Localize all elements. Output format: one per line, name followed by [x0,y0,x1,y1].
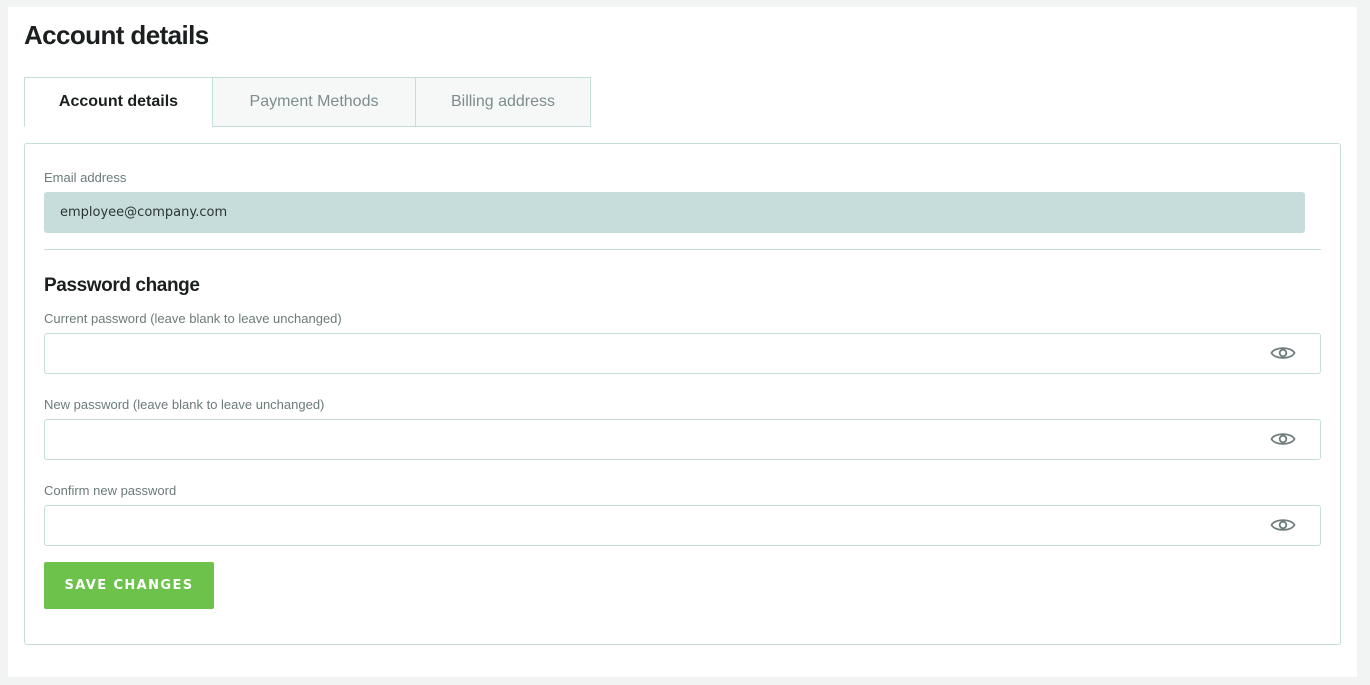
eye-icon-graphic [1270,519,1296,531]
eye-icon-graphic [1270,347,1296,359]
current-password-label: Current password (leave blank to leave u… [44,311,342,326]
account-card: Account details Account details Payment … [8,7,1357,677]
eye-icon-graphic [1270,433,1296,445]
eye-icon[interactable] [1270,514,1296,536]
account-tabs: Account details Payment Methods Billing … [24,77,591,127]
tab-billing-address[interactable]: Billing address [415,77,591,127]
new-password-input[interactable] [44,419,1321,460]
eye-icon[interactable] [1270,342,1296,364]
confirm-password-input[interactable] [44,505,1321,546]
section-divider [44,249,1321,250]
confirm-password-wrapper [44,505,1321,546]
new-password-label: New password (leave blank to leave uncha… [44,397,325,412]
page-title: Account details [24,20,209,50]
current-password-input[interactable] [44,333,1321,374]
tab-payment-methods[interactable]: Payment Methods [212,77,416,127]
account-details-panel: Email address Password change Current pa… [24,143,1341,645]
new-password-wrapper [44,419,1321,460]
confirm-password-label: Confirm new password [44,483,177,498]
tab-account-details[interactable]: Account details [24,77,213,127]
current-password-wrapper [44,333,1321,374]
email-label: Email address [44,170,127,185]
eye-icon[interactable] [1270,428,1296,450]
password-change-title: Password change [44,275,200,296]
save-changes-button[interactable]: SAVE CHANGES [44,562,214,609]
email-field[interactable] [44,192,1305,233]
